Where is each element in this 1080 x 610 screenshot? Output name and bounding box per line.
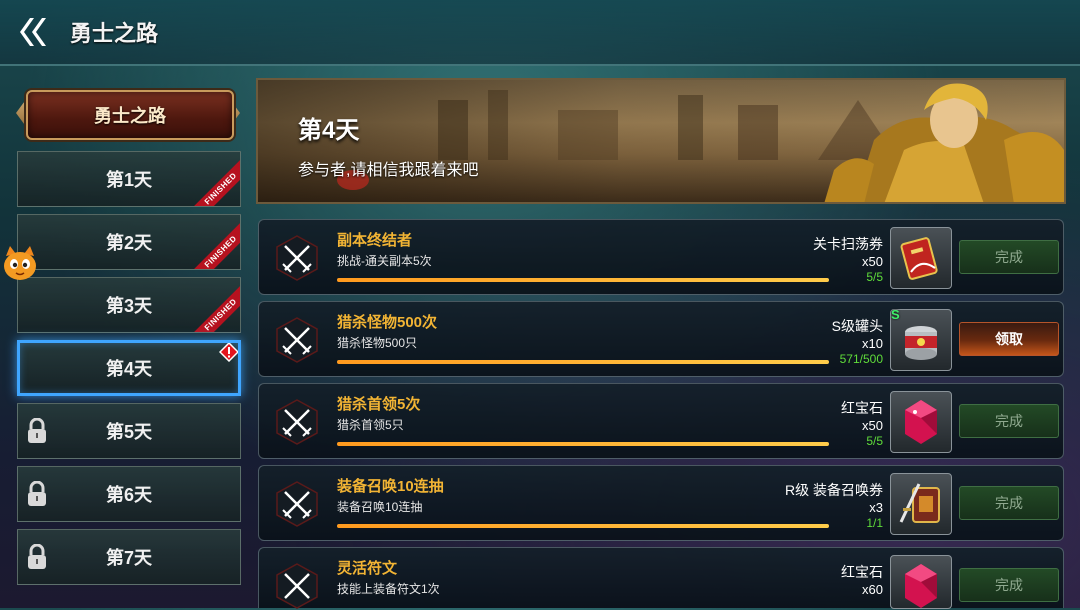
- quest-title: 猎杀首领5次: [337, 396, 421, 413]
- quest-progress-count: 5/5: [866, 270, 883, 284]
- page-title: 勇士之路: [70, 21, 159, 46]
- sidebar-item-day-1[interactable]: 第1天 FINISHED: [17, 151, 241, 207]
- quest-progress-count: 1/1: [866, 516, 883, 530]
- quest-description: 猎杀首领5只: [337, 418, 404, 432]
- complete-button[interactable]: 完成: [959, 240, 1059, 274]
- crossed-swords-icon: [276, 317, 318, 363]
- quest-description: 技能上装备符文1次: [337, 582, 440, 596]
- quest-title: 副本终结者: [337, 232, 413, 249]
- quest-row: 装备召唤10连抽 装备召唤10连抽 1/1 R级 装备召唤券 x3 完成: [258, 465, 1064, 541]
- sidebar-item-day-4[interactable]: 第4天: [17, 340, 241, 396]
- day-label: 第4天: [105, 359, 152, 379]
- mascot-cat-icon[interactable]: [0, 244, 40, 284]
- complete-button[interactable]: 完成: [959, 486, 1059, 520]
- quest-description: 挑战-通关副本5次: [337, 254, 432, 268]
- golden-warrior-portrait: [824, 83, 1064, 202]
- hero-subtitle: 参与者,请相信我跟着来吧: [298, 162, 479, 179]
- s-grade-badge: S: [891, 307, 900, 322]
- quest-row: 猎杀首领5次 猎杀首领5只 5/5 红宝石 x50 完成: [258, 383, 1064, 459]
- equipment-ticket-icon: [899, 483, 940, 523]
- day-label: 第5天: [105, 422, 152, 442]
- sidebar-item-day-3[interactable]: 第3天 FINISHED: [17, 277, 241, 333]
- crossed-swords-icon: [276, 481, 318, 527]
- quest-progress-bar: [337, 360, 829, 364]
- reward-quantity: x50: [862, 254, 883, 269]
- reward-quantity: x10: [862, 336, 883, 351]
- crossed-swords-icon: [276, 563, 318, 609]
- day-hero-banner: 第4天 参与者,请相信我跟着来吧: [256, 78, 1066, 204]
- ruby-icon: [905, 564, 937, 608]
- quest-description: 装备召唤10连抽: [337, 500, 423, 514]
- sidebar-item-day-7[interactable]: 第7天: [17, 529, 241, 585]
- sidebar-banner: 勇士之路: [16, 84, 240, 142]
- sidebar-item-day-5[interactable]: 第5天: [17, 403, 241, 459]
- day-label: 第7天: [105, 548, 152, 568]
- day-label: 第6天: [105, 485, 152, 505]
- quest-row: 副本终结者 挑战-通关副本5次 5/5 关卡扫荡券 x50 完成: [258, 219, 1064, 295]
- reward-name: 关卡扫荡券: [813, 236, 883, 252]
- quest-row: 猎杀怪物500次 猎杀怪物500只 571/500 S级罐头 x10 S 领取: [258, 301, 1064, 377]
- crossed-swords-icon: [276, 399, 318, 445]
- crossed-swords-icon: [276, 235, 318, 281]
- alert-icon: [219, 343, 238, 362]
- reward-quantity: x3: [869, 500, 883, 515]
- back-chevron-icon[interactable]: [14, 14, 50, 50]
- reward-quantity: x50: [862, 418, 883, 433]
- hero-title: 第4天: [298, 117, 360, 144]
- sidebar-item-day-6[interactable]: 第6天: [17, 466, 241, 522]
- quest-title: 灵活符文: [337, 560, 398, 577]
- reward-name: 红宝石: [841, 400, 883, 416]
- complete-button[interactable]: 完成: [959, 404, 1059, 438]
- ruby-icon: [905, 400, 937, 444]
- reward-name: 红宝石: [841, 564, 883, 580]
- quest-title: 猎杀怪物500次: [337, 314, 438, 331]
- quest-row: 灵活符文 技能上装备符文1次 红宝石 x60 完成: [258, 547, 1064, 609]
- reward-slot[interactable]: [890, 227, 952, 289]
- reward-slot[interactable]: [890, 391, 952, 453]
- quest-description: 猎杀怪物500只: [337, 336, 418, 350]
- reward-quantity: x60: [862, 582, 883, 597]
- sidebar-banner-label: 勇士之路: [94, 106, 166, 126]
- complete-button[interactable]: 完成: [959, 568, 1059, 602]
- quest-progress-count: 571/500: [839, 352, 883, 366]
- quest-progress-bar: [337, 442, 829, 446]
- sidebar-item-day-2[interactable]: 第2天 FINISHED: [17, 214, 241, 270]
- quest-title: 装备召唤10连抽: [337, 478, 444, 495]
- reward-slot[interactable]: [890, 473, 952, 535]
- reward-slot[interactable]: [890, 555, 952, 609]
- reward-name: R级 装备召唤券: [785, 482, 883, 498]
- sweep-ticket-icon: [900, 237, 938, 280]
- top-bar: 勇士之路: [0, 0, 1080, 66]
- reward-name: S级罐头: [831, 318, 883, 334]
- quest-progress-bar: [337, 278, 829, 282]
- quest-progress-count: 5/5: [866, 434, 883, 448]
- canned-food-icon: [905, 326, 937, 360]
- quest-progress-bar: [337, 524, 829, 528]
- claim-button[interactable]: 领取: [959, 322, 1059, 356]
